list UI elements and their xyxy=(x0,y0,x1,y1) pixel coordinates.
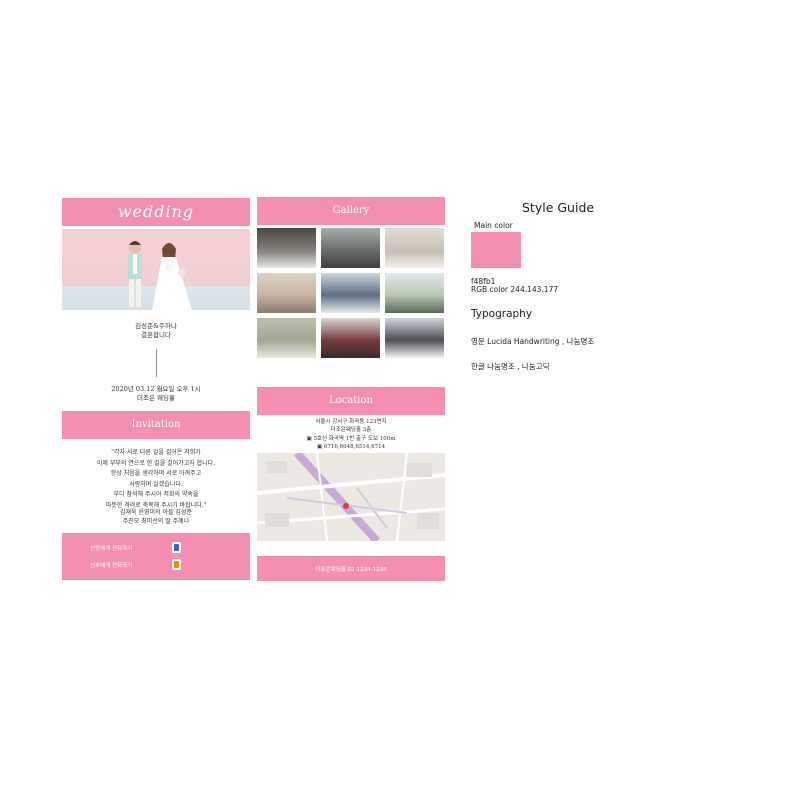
announcement-subtitle: 결혼합니다 xyxy=(141,331,171,339)
bus-directions: ▣ 6716,6648,6514,6714 xyxy=(257,443,445,452)
call-groom-button[interactable]: 신랑에게 전화하기 xyxy=(90,544,132,552)
call-panel: 신랑에게 전화하기 신부에게 전화하기 xyxy=(62,533,250,580)
bus-text: 6716,6648,6514,6714 xyxy=(323,444,386,450)
subway-text: 5호선 화곡역 1번 출구 도보 100m xyxy=(313,436,396,442)
gallery-photo[interactable] xyxy=(321,228,380,268)
main-color-swatch xyxy=(471,232,521,268)
gallery-photo[interactable] xyxy=(321,273,380,313)
style-guide-title: Style Guide xyxy=(522,200,595,215)
gallery-photo[interactable] xyxy=(257,273,316,313)
color-rgb: RGB color 244.143.177 xyxy=(471,285,559,294)
gallery-title: Gallery xyxy=(332,205,370,216)
gallery-grid xyxy=(257,228,445,360)
gallery-photo[interactable] xyxy=(257,318,316,358)
parents-bride: 주진모 최미선의 딸 주혜나 xyxy=(122,518,190,525)
call-bride-button[interactable]: 신부에게 전화하기 xyxy=(90,561,132,569)
couple-names: 김성준&주하나 xyxy=(135,322,177,330)
gallery-header: Gallery xyxy=(257,197,445,225)
call-bride-label: 신부에게 전화하기 xyxy=(90,563,133,569)
invitation-title: Invitation xyxy=(131,419,181,430)
gallery-photo[interactable] xyxy=(385,318,444,358)
gallery-photo[interactable] xyxy=(385,228,444,268)
call-groom-label: 신랑에게 전화하기 xyxy=(90,546,133,552)
invitation-line: 항상 처음을 생각하며 서로 아껴주고 xyxy=(110,470,202,477)
location-header: Location xyxy=(257,387,445,415)
bus-icon: ▣ xyxy=(316,444,323,450)
korean-fonts: 한글 나눔명조 , 나눔고딕 xyxy=(471,362,550,371)
contact-text: 더조은웨딩홀 02-1234-1234 xyxy=(315,567,387,573)
english-fonts: 영문 Lucida Handwriting , 나눔명조 xyxy=(471,337,595,346)
main-color-label: Main color xyxy=(474,221,513,230)
wedding-header: wedding xyxy=(62,198,250,226)
invitation-line: 이제 부부의 연으로 한 길을 걸어가고자 합니다. xyxy=(96,459,216,467)
typography-title: Typography xyxy=(471,308,533,320)
hall-floor: 더조은웨딩홀 3층 xyxy=(330,427,372,433)
gallery-photo[interactable] xyxy=(257,228,316,268)
contact-footer[interactable]: 더조은웨딩홀 02-1234-1234 xyxy=(257,556,445,581)
map-pin-icon xyxy=(343,503,349,509)
location-title: Location xyxy=(329,395,373,406)
invitation-line: 사랑하며 살겠습니다. xyxy=(129,480,183,488)
invitation-line: "각자 서로 다른 길을 걸어온 저희가 xyxy=(111,449,201,456)
phone-icon[interactable] xyxy=(172,559,181,570)
gallery-photo[interactable] xyxy=(385,273,444,313)
phone-icon[interactable] xyxy=(172,542,181,553)
subway-icon: ▣ xyxy=(306,436,312,442)
location-map[interactable] xyxy=(257,453,445,541)
event-date: 2020년 03.12 월요일 오후 1시 xyxy=(111,385,201,393)
invitation-header: Invitation xyxy=(62,411,250,439)
couple-photo xyxy=(62,229,250,310)
event-venue: 더조은 웨딩홀 xyxy=(137,394,175,402)
invitation-line: 부디 참석해 주시어 저희의 약속을 xyxy=(113,491,199,498)
vertical-divider xyxy=(156,349,157,377)
wedding-title: wedding xyxy=(117,202,195,221)
gallery-photo[interactable] xyxy=(321,318,380,358)
